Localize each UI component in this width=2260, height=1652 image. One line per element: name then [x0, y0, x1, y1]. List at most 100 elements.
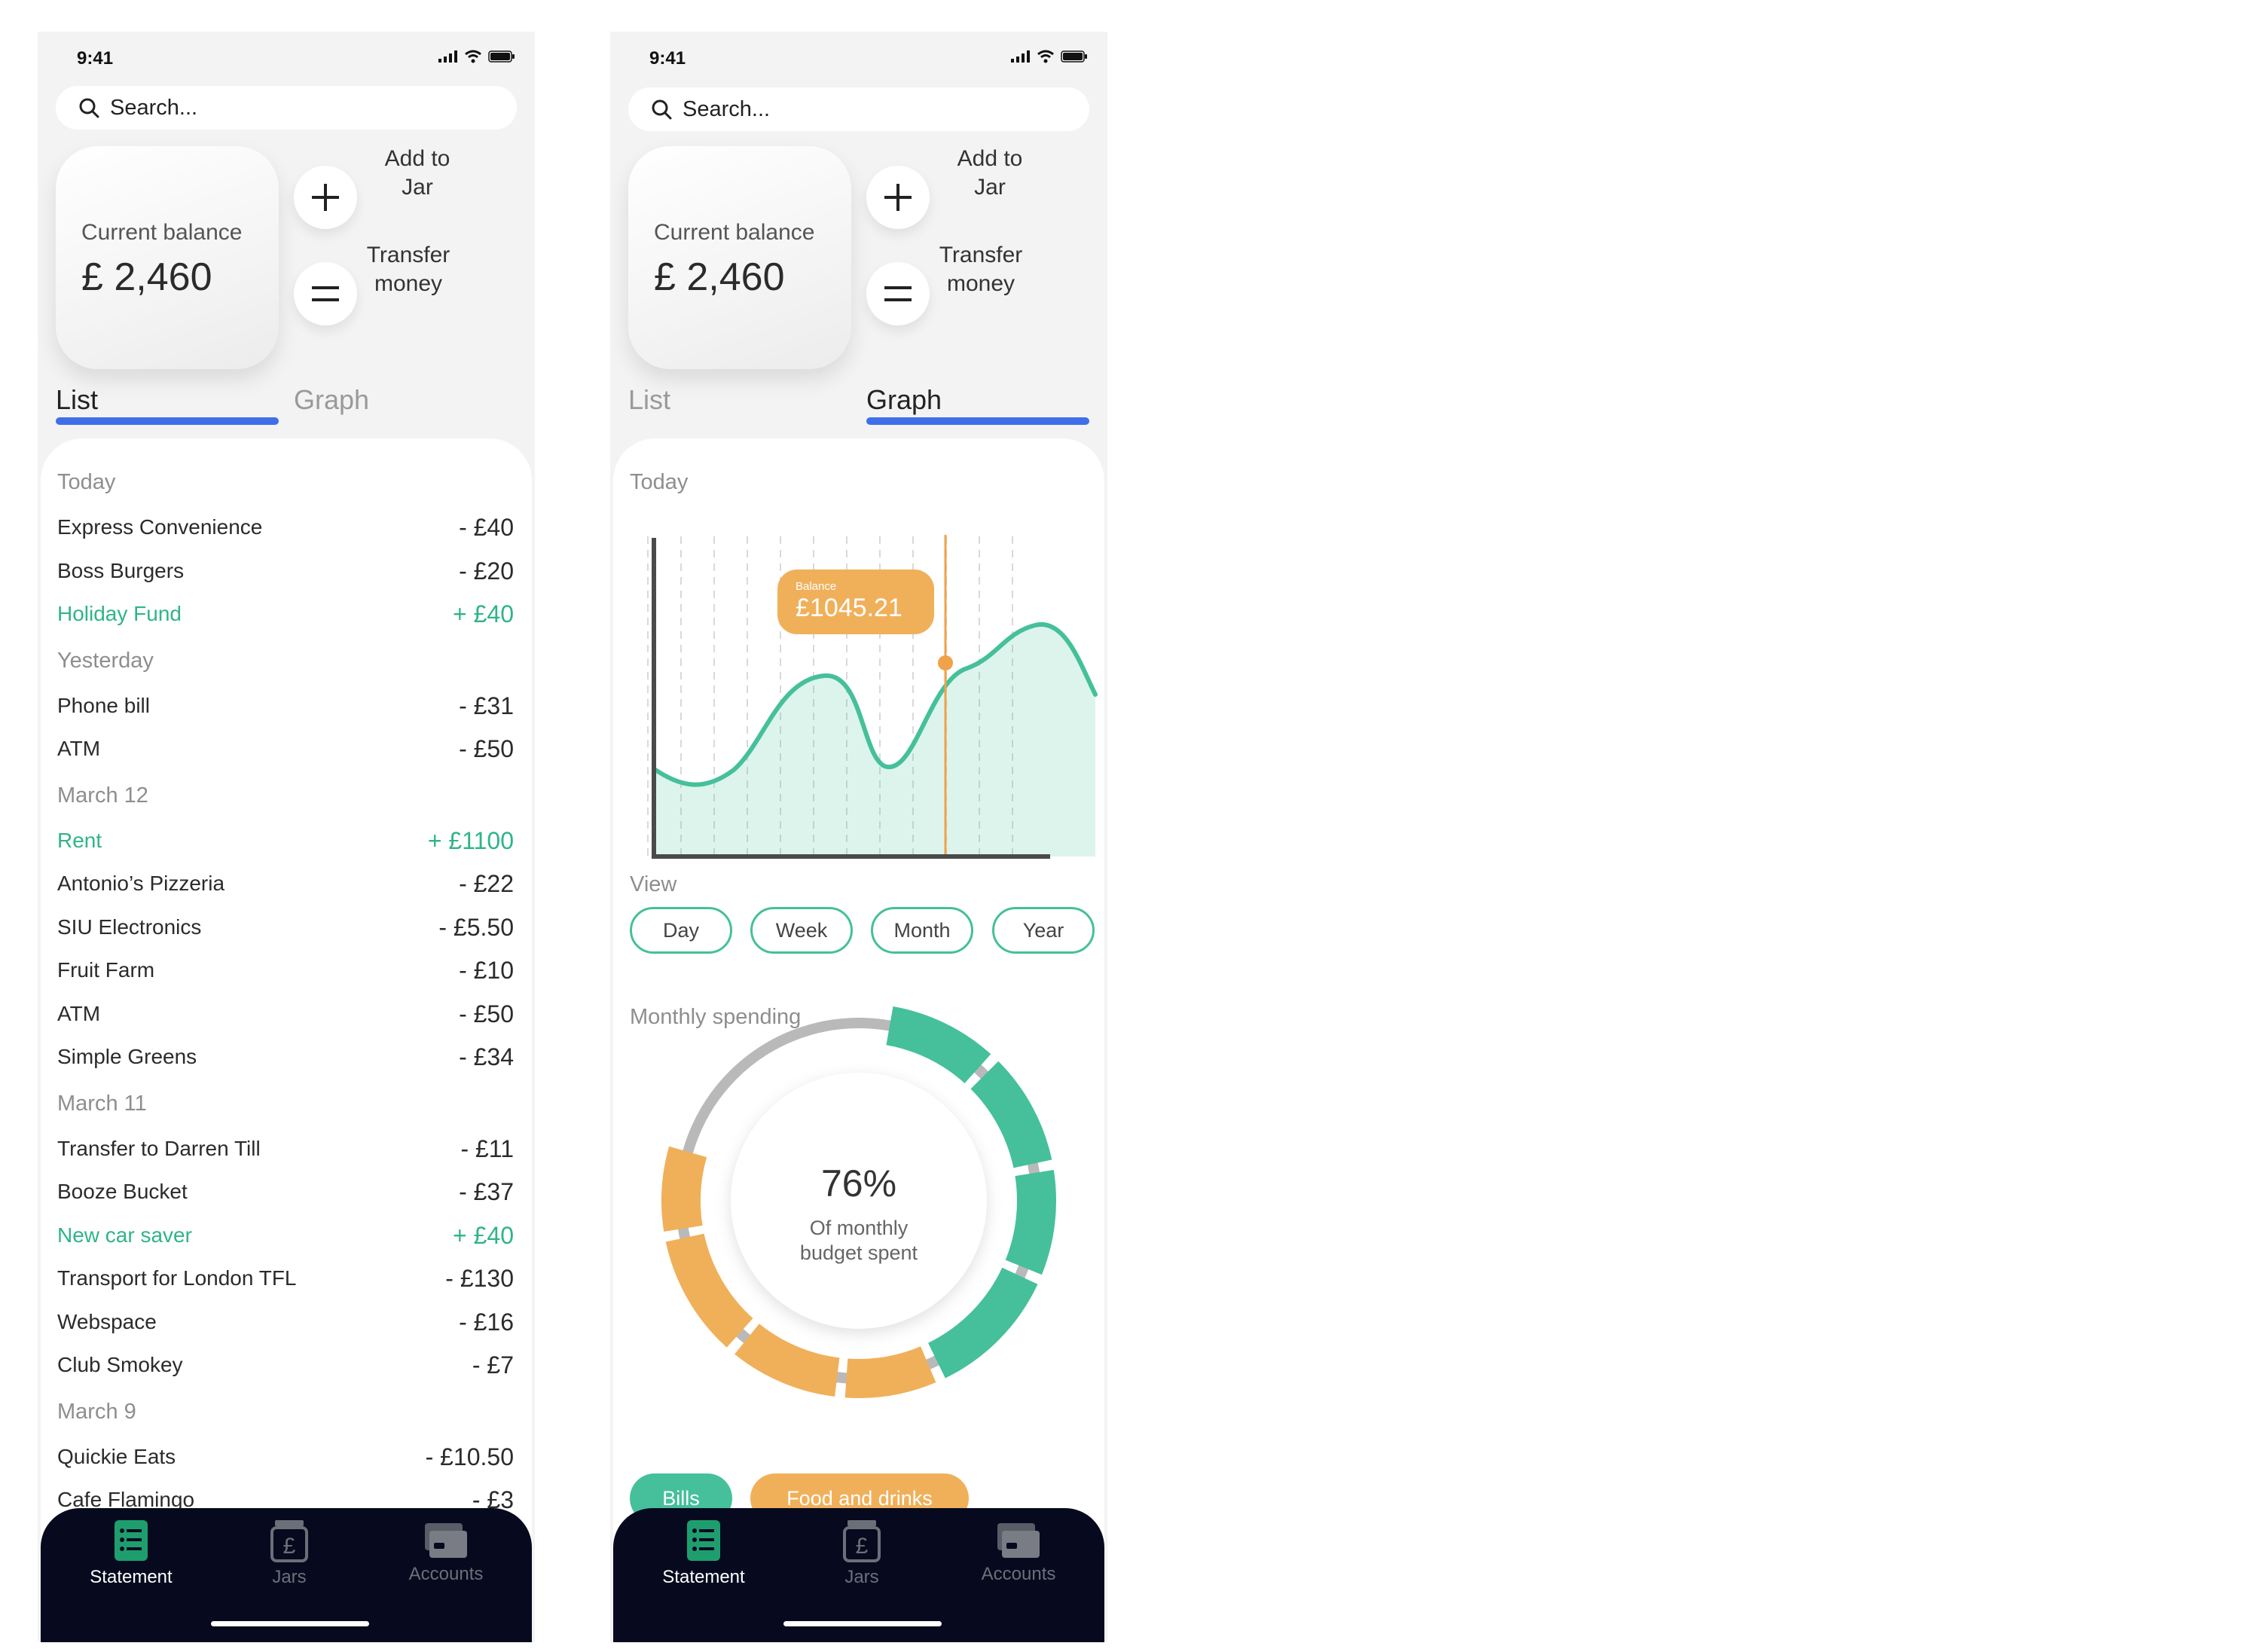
transaction-amount: - £50 — [459, 735, 514, 762]
view-label: View — [630, 872, 677, 896]
tab-graph[interactable]: Graph — [866, 384, 942, 416]
nav-accounts[interactable]: Accounts — [943, 1508, 1094, 1606]
transaction-row[interactable]: Simple Greens - £34 — [41, 1043, 532, 1076]
transaction-row[interactable]: SIU Electronics - £5.50 — [41, 914, 532, 947]
transaction-row[interactable]: Transfer to Darren Till - £11 — [41, 1135, 532, 1168]
transaction-row[interactable]: Booze Bucket - £37 — [41, 1178, 532, 1211]
search-icon — [79, 98, 99, 118]
view-year-button[interactable]: Year — [992, 907, 1095, 954]
transaction-row[interactable]: Fruit Farm - £10 — [41, 957, 532, 990]
transaction-row[interactable]: Holiday Fund + £40 — [41, 600, 532, 634]
transaction-amount: - £22 — [459, 870, 514, 897]
tab-graph[interactable]: Graph — [294, 384, 369, 416]
view-day-button[interactable]: Day — [630, 907, 732, 954]
balance-card: Current balance £ 2,460 — [628, 146, 851, 369]
transaction-name: SIU Electronics — [57, 915, 202, 939]
balance-area — [655, 624, 1095, 857]
transaction-row[interactable]: Boss Burgers - £20 — [41, 557, 532, 591]
search-input[interactable]: Search... — [110, 96, 197, 121]
tab-list[interactable]: List — [628, 384, 670, 416]
add-label-line2: Jar — [974, 175, 1006, 200]
transfer-label-line2: money — [946, 271, 1015, 296]
plus-icon — [312, 184, 339, 211]
date-group-label: Yesterday — [57, 648, 154, 673]
transaction-name: Simple Greens — [57, 1045, 197, 1068]
search-bar[interactable]: Search... — [628, 87, 1089, 131]
add-label-line1: Add to — [384, 146, 450, 171]
transaction-row[interactable]: ATM - £50 — [41, 735, 532, 768]
add-label-line2: Jar — [402, 175, 433, 200]
nav-jars[interactable]: £ Jars — [214, 1508, 365, 1606]
nav-accounts-label: Accounts — [981, 1564, 1056, 1584]
transaction-name: Club Smokey — [57, 1353, 183, 1376]
balance-label: Current balance — [81, 220, 243, 245]
transaction-row[interactable]: ATM - £50 — [41, 1000, 532, 1034]
transaction-name: Phone bill — [57, 693, 150, 717]
nav-accounts[interactable]: Accounts — [371, 1508, 521, 1606]
transaction-row[interactable]: Transport for London TFL - £130 — [41, 1265, 532, 1298]
tab-list[interactable]: List — [56, 384, 98, 416]
status-time: 9:41 — [77, 48, 114, 69]
wallet-icon — [997, 1523, 1040, 1558]
transaction-row[interactable]: Club Smokey - £7 — [41, 1351, 532, 1385]
nav-statement[interactable]: Statement — [56, 1508, 206, 1606]
transaction-name: Express Convenience — [57, 515, 263, 539]
transfer-money-label[interactable]: Transfer money — [906, 241, 1056, 298]
transaction-amount: - £11 — [460, 1134, 514, 1162]
status-time: 9:41 — [649, 48, 686, 69]
search-icon — [652, 99, 672, 120]
transaction-row[interactable]: Rent + £1100 — [41, 827, 532, 860]
battery-icon — [1061, 50, 1087, 63]
nav-statement[interactable]: Statement — [628, 1508, 779, 1606]
transaction-name: Transport for London TFL — [57, 1266, 297, 1290]
nav-jars-label: Jars — [272, 1567, 307, 1587]
balance-label: Current balance — [654, 220, 815, 245]
nav-statement-label: Statement — [90, 1567, 173, 1587]
transfer-label-line1: Transfer — [939, 243, 1023, 267]
cursor-dot[interactable] — [938, 655, 953, 670]
transaction-row[interactable]: Express Convenience - £40 — [41, 514, 532, 547]
wifi-icon — [465, 50, 481, 63]
statement-icon — [115, 1520, 148, 1561]
graph-panel: Today Balance £1045.21 View Day Week Mon… — [613, 438, 1104, 1583]
transaction-name: ATM — [57, 1001, 101, 1025]
transaction-amount: - £5.50 — [438, 913, 514, 941]
view-month-button[interactable]: Month — [871, 907, 973, 954]
jar-icon: £ — [270, 1520, 308, 1562]
svg-text:£: £ — [283, 1534, 296, 1559]
balance-value: £ 2,460 — [81, 255, 212, 299]
budget-caption-line1: Of monthly — [809, 1217, 909, 1239]
view-week-button[interactable]: Week — [750, 907, 853, 954]
transfer-label-line1: Transfer — [366, 243, 450, 267]
home-indicator — [211, 1621, 369, 1626]
transaction-row[interactable]: Webspace - £16 — [41, 1308, 532, 1342]
jar-icon: £ — [843, 1520, 881, 1562]
transaction-row[interactable]: Antonio’s Pizzeria - £22 — [41, 870, 532, 903]
transfer-money-label[interactable]: Transfer money — [333, 241, 484, 298]
statement-icon — [687, 1520, 720, 1561]
date-group-label: March 9 — [57, 1399, 136, 1424]
add-to-jar-label[interactable]: Add to Jar — [915, 145, 1065, 202]
nav-accounts-label: Accounts — [408, 1564, 484, 1584]
transaction-amount: - £10 — [459, 957, 514, 984]
transaction-row[interactable]: New car saver + £40 — [41, 1222, 532, 1255]
transaction-row[interactable]: Quickie Eats - £10.50 — [41, 1443, 532, 1476]
nav-jars[interactable]: £ Jars — [786, 1508, 937, 1606]
transaction-name: Rent — [57, 828, 102, 852]
battery-icon — [488, 50, 515, 63]
nav-statement-label: Statement — [662, 1567, 745, 1587]
graph-screen: 9:41 Search... Current balance £ 2,460 A… — [610, 32, 1107, 1642]
search-bar[interactable]: Search... — [56, 86, 517, 130]
add-to-jar-label[interactable]: Add to Jar — [342, 145, 493, 202]
date-group-label: Today — [57, 470, 116, 494]
search-input[interactable]: Search... — [683, 97, 770, 122]
transaction-amount: - £50 — [459, 1000, 514, 1028]
budget-percent: 76% — [820, 1162, 897, 1205]
tab-indicator — [866, 417, 1089, 425]
budget-caption: Of monthly budget spent — [761, 1216, 957, 1266]
transaction-row[interactable]: Phone bill - £31 — [41, 692, 532, 725]
tooltip-label: Balance — [796, 580, 837, 593]
transaction-name: Fruit Farm — [57, 958, 155, 982]
bottom-nav: Statement £ Jars Accounts — [41, 1508, 532, 1642]
transaction-name: Webspace — [57, 1309, 157, 1333]
